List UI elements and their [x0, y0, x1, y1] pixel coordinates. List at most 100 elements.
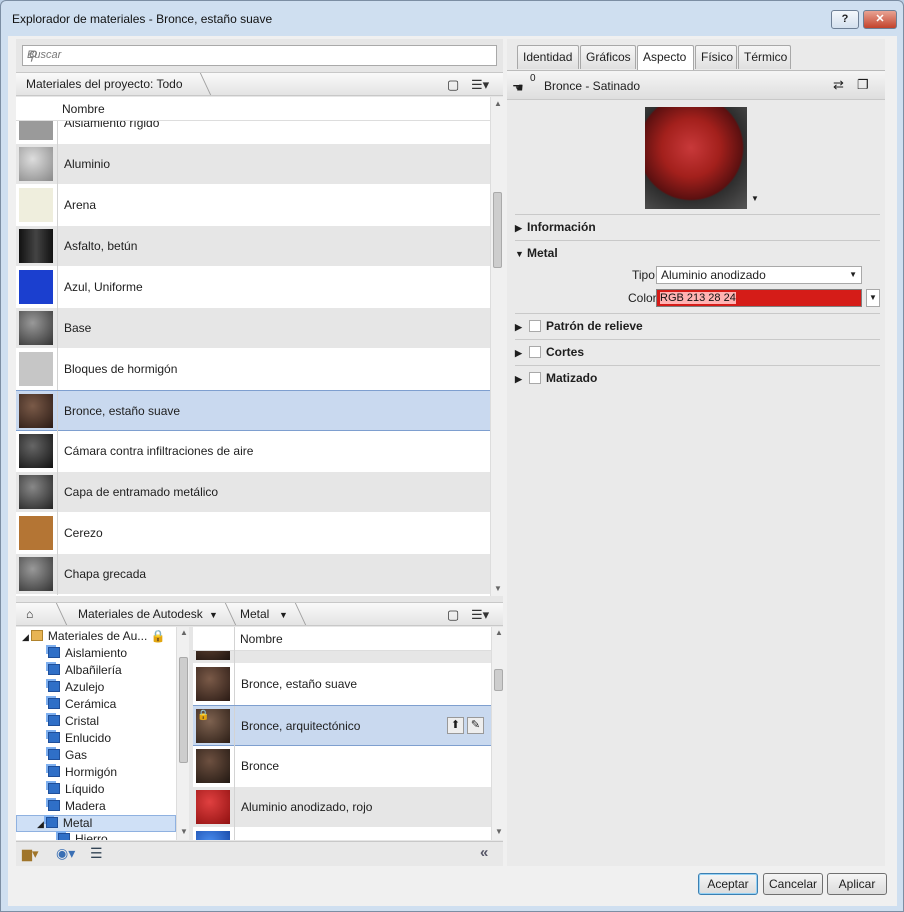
help-button[interactable]: ?: [831, 10, 859, 29]
color-swatch-field[interactable]: RGB 213 28 24: [656, 289, 862, 307]
project-list-scrollbar[interactable]: ▲ ▼: [490, 97, 503, 596]
breadcrumb-category[interactable]: Metal: [240, 607, 269, 621]
tree-item[interactable]: Hormigón: [48, 765, 117, 782]
tab-identidad[interactable]: Identidad: [517, 45, 579, 69]
scrollbar-thumb[interactable]: [179, 657, 188, 763]
tree-item[interactable]: Enlucido: [48, 731, 111, 748]
tree-item[interactable]: Cerámica: [48, 697, 116, 714]
search-input[interactable]: Buscar ⚲: [22, 45, 497, 66]
create-material-icon[interactable]: ◉▾: [56, 845, 75, 862]
edit-material-icon[interactable]: ✎: [467, 717, 484, 734]
project-filter[interactable]: Materiales del proyecto: Todo: [26, 77, 183, 91]
list-item[interactable]: Arena: [16, 185, 490, 226]
scroll-down-icon[interactable]: ▼: [180, 827, 188, 836]
list-item[interactable]: Capa de entramado metálico: [16, 472, 490, 513]
list-item[interactable]: [193, 828, 491, 840]
list-view-icon[interactable]: ☰▾: [471, 77, 489, 93]
enable-checkbox[interactable]: [529, 372, 541, 384]
tree-item-label: Cristal: [65, 714, 100, 728]
tree-item[interactable]: Cristal: [48, 714, 99, 731]
breadcrumb-separator: [215, 603, 237, 625]
tree-item[interactable]: Aislamiento: [48, 646, 127, 663]
list-item[interactable]: Bloques de hormigón: [16, 349, 490, 390]
tree-item[interactable]: Albañilería: [48, 663, 122, 680]
tab-aspecto[interactable]: Aspecto: [637, 45, 694, 70]
list-view-icon[interactable]: ☰▾: [471, 607, 489, 623]
column-header-name[interactable]: Nombre: [62, 102, 105, 116]
list-item-label: Bronce, estaño suave: [241, 677, 358, 691]
tab-termico[interactable]: Térmico: [738, 45, 791, 69]
color-options-chevron-icon[interactable]: ▼: [866, 289, 880, 307]
list-item[interactable]: Bronce, estaño suave: [193, 664, 491, 705]
section-informacion[interactable]: ▶ Información: [515, 214, 880, 236]
section-cortes[interactable]: ▶ Cortes: [515, 339, 880, 361]
tree-item-label: Azulejo: [65, 680, 105, 694]
list-item[interactable]: Cámara contra infiltraciones de aire: [16, 431, 490, 472]
chevron-down-icon[interactable]: ▼: [279, 610, 288, 620]
home-icon[interactable]: ⌂: [26, 607, 33, 621]
tree-item-root[interactable]: ◢ Materiales de Au... 🔒: [22, 629, 166, 646]
material-thumbnail: [19, 311, 53, 345]
tab-fisico[interactable]: Físico: [695, 45, 737, 69]
expand-arrow-icon: ▶: [515, 348, 522, 358]
scrollbar-thumb[interactable]: [493, 192, 502, 268]
list-item[interactable]: Cerezo: [16, 513, 490, 554]
list-item[interactable]: [193, 651, 491, 664]
scrollbar-thumb[interactable]: [494, 669, 503, 691]
asset-header: ☚ 0 Bronce - Satinado ⇄ ❐: [507, 70, 885, 100]
material-thumbnail: [19, 229, 53, 263]
scroll-down-icon[interactable]: ▼: [495, 827, 503, 836]
section-patron-relieve[interactable]: ▶ Patrón de relieve: [515, 313, 880, 335]
enable-checkbox[interactable]: [529, 346, 541, 358]
tree-item[interactable]: Hierro: [58, 832, 108, 840]
tree-item-selected[interactable]: ◢ Metal: [16, 815, 176, 832]
preview-options-chevron-icon[interactable]: ▼: [751, 194, 759, 203]
list-item[interactable]: Base: [16, 308, 490, 349]
expand-arrow-icon: ▶: [515, 374, 522, 384]
list-item-selected[interactable]: 🔒 Bronce, arquitectónico ⬆ ✎: [193, 705, 491, 747]
list-item-selected[interactable]: Bronce, estaño suave: [16, 390, 490, 432]
scroll-down-icon[interactable]: ▼: [494, 584, 502, 593]
collapse-panel-icon[interactable]: «: [480, 844, 488, 861]
list-item[interactable]: Chapa grecada: [16, 554, 490, 595]
scroll-up-icon[interactable]: ▲: [180, 628, 188, 637]
list-item[interactable]: Asfalto, betún: [16, 226, 490, 267]
ok-button[interactable]: Aceptar: [698, 873, 758, 895]
tab-graficos[interactable]: Gráficos: [580, 45, 636, 69]
tree-item[interactable]: Azulejo: [48, 680, 104, 697]
column-header-name[interactable]: Nombre: [240, 632, 283, 646]
material-editor-toggle-icon[interactable]: ☰: [90, 845, 103, 862]
tree-item[interactable]: Líquido: [48, 782, 104, 799]
apply-button[interactable]: Aplicar: [827, 873, 887, 895]
list-item[interactable]: Aluminio: [16, 144, 490, 185]
list-item-label: Bronce: [241, 759, 280, 773]
library-list-scrollbar[interactable]: ▲ ▼: [491, 627, 503, 840]
scroll-up-icon[interactable]: ▲: [495, 628, 503, 637]
breadcrumb-library[interactable]: Materiales de Autodesk: [78, 607, 203, 621]
replace-asset-icon[interactable]: ⇄: [833, 77, 844, 93]
list-item[interactable]: Aluminio anodizado, rojo: [193, 787, 491, 828]
cancel-button[interactable]: Cancelar: [763, 873, 823, 895]
folder-icon: [48, 732, 60, 743]
list-item[interactable]: Bronce: [193, 746, 491, 787]
add-to-document-icon[interactable]: ⬆: [447, 717, 464, 734]
search-icon[interactable]: ⚲: [27, 48, 492, 64]
tipo-value: Aluminio anodizado: [661, 268, 766, 282]
tipo-dropdown[interactable]: Aluminio anodizado ▼: [656, 266, 862, 284]
panel-view-icon[interactable]: ▢: [447, 607, 459, 623]
list-item[interactable]: Aislamiento rígido: [16, 121, 490, 144]
tree-item[interactable]: Gas: [48, 748, 87, 765]
enable-checkbox[interactable]: [529, 320, 541, 332]
scroll-up-icon[interactable]: ▲: [494, 99, 502, 108]
section-metal[interactable]: ▼ Metal: [515, 240, 880, 262]
library-manage-icon[interactable]: ▆▾: [22, 846, 39, 862]
folder-icon: [48, 749, 60, 760]
list-item[interactable]: Azul, Uniforme: [16, 267, 490, 308]
tree-scrollbar[interactable]: ▲ ▼: [176, 627, 189, 840]
section-matizado[interactable]: ▶ Matizado: [515, 365, 880, 387]
duplicate-asset-icon[interactable]: ❐: [857, 77, 869, 93]
panel-view-icon[interactable]: ▢: [447, 77, 459, 93]
close-button[interactable]: ✕: [863, 10, 897, 29]
chevron-down-icon[interactable]: ▼: [209, 610, 218, 620]
tree-item[interactable]: Madera: [48, 799, 106, 816]
